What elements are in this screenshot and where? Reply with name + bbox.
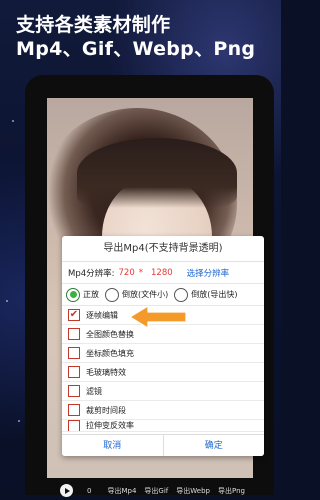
option-coordinate-fill[interactable]: 坐标颜色填充	[62, 344, 264, 363]
export-png-button[interactable]: 导出Png	[218, 486, 245, 496]
option-filter[interactable]: 滤镜	[62, 382, 264, 401]
checkbox-icon[interactable]	[68, 420, 80, 431]
export-webp-button[interactable]: 导出Webp	[176, 486, 210, 496]
export-dialog: 导出Mp4(不支持背景透明) Mp4分辨率: 720 * 1280 选择分辨率 …	[62, 236, 264, 456]
resolution-height: 1280	[151, 267, 173, 278]
play-icon[interactable]	[60, 484, 73, 497]
radio-reverse-small[interactable]: 倒放(文件小)	[105, 287, 169, 302]
resolution-label: Mp4分辨率:	[68, 268, 115, 279]
star-decoration	[12, 120, 14, 122]
resolution-separator: *	[138, 267, 143, 278]
radio-selected-icon	[66, 287, 80, 302]
radio-label: 倒放(导出快)	[191, 290, 238, 299]
option-label: 坐标颜色填充	[86, 348, 134, 358]
fringe-shape	[77, 138, 237, 208]
export-mp4-button[interactable]: 导出Mp4	[107, 486, 136, 496]
resolution-row: Mp4分辨率: 720 * 1280 选择分辨率	[62, 262, 264, 284]
bottom-toolbar: 0 导出Mp4 导出Gif 导出Webp 导出Png	[55, 481, 281, 500]
checkbox-icon[interactable]	[68, 328, 80, 340]
option-label: 滤镜	[86, 386, 102, 396]
radio-forward[interactable]: 正放	[66, 287, 99, 302]
checkbox-icon[interactable]	[68, 366, 80, 378]
option-label: 逐帧编辑	[86, 310, 118, 320]
option-stretch[interactable]: 拉伸变反效率	[62, 420, 264, 432]
option-frosted-glass[interactable]: 毛玻璃特效	[62, 363, 264, 382]
option-label: 裁剪时间段	[86, 405, 126, 415]
radio-unselected-icon	[174, 287, 189, 302]
radio-unselected-icon	[105, 287, 119, 302]
dialog-buttons: 取消 确定	[62, 434, 264, 456]
headline-line-1: 支持各类素材制作	[16, 14, 171, 36]
dialog-title: 导出Mp4(不支持背景透明)	[62, 236, 264, 262]
select-resolution-link[interactable]: 选择分辨率	[187, 267, 230, 279]
pointer-arrow-icon	[129, 305, 187, 329]
orientation-row: 正放 倒放(文件小) 倒放(导出快)	[62, 284, 264, 306]
resolution-width: 720	[118, 267, 135, 278]
confirm-button[interactable]: 确定	[164, 435, 265, 456]
headline-line-2: Mp4、Gif、Webp、Png	[16, 38, 256, 60]
star-decoration	[18, 420, 20, 422]
option-crop-time[interactable]: 裁剪时间段	[62, 401, 264, 420]
export-gif-button[interactable]: 导出Gif	[144, 486, 168, 496]
radio-reverse-fast[interactable]: 倒放(导出快)	[174, 287, 238, 302]
checkbox-icon[interactable]	[68, 385, 80, 397]
radio-label: 正放	[83, 290, 99, 299]
option-label: 毛玻璃特效	[86, 367, 126, 377]
checkbox-icon[interactable]	[68, 347, 80, 359]
time-readout: 0	[87, 486, 92, 495]
checkbox-icon[interactable]	[68, 404, 80, 416]
checkbox-checked-icon[interactable]: ✔	[68, 309, 80, 321]
option-label: 全图颜色替换	[86, 329, 134, 339]
radio-label: 倒放(文件小)	[122, 290, 169, 299]
star-decoration	[6, 300, 8, 302]
cancel-button[interactable]: 取消	[62, 435, 164, 456]
promo-headline: 支持各类素材制作 Mp4、Gif、Webp、Png	[16, 13, 255, 61]
option-label: 拉伸变反效率	[86, 421, 134, 430]
